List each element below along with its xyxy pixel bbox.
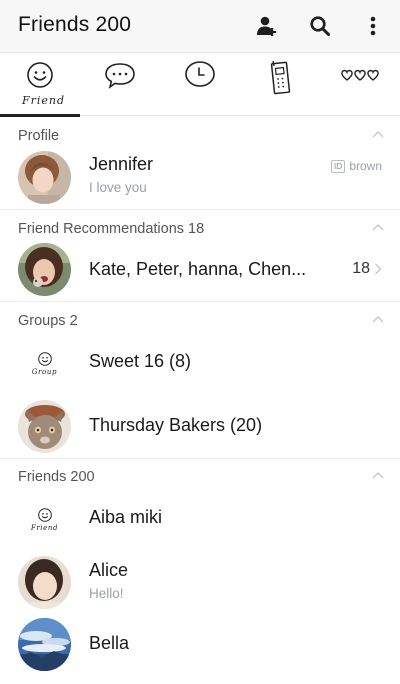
group-default-icon: Group [18, 337, 71, 390]
clock-icon [185, 61, 215, 87]
chevron-up-icon [372, 224, 384, 231]
tab-more[interactable] [320, 54, 400, 116]
section-title: Profile [18, 128, 60, 144]
user-id-value: brown [349, 159, 382, 173]
search-icon [310, 16, 330, 36]
friend-name: Aiba miki [89, 507, 163, 527]
avatar [18, 243, 71, 296]
group-row[interactable]: Thursday Bakers (20) [0, 398, 400, 456]
kebab-menu-icon [370, 16, 376, 36]
friend-row[interactable]: Alice Hello! [0, 554, 400, 612]
friend-default-icon: Friend [18, 493, 71, 546]
group-icon-label: Group [31, 368, 58, 376]
smiley-icon [37, 352, 52, 366]
friend-name: Alice [89, 560, 129, 580]
section-title: Friends 200 [18, 469, 95, 485]
chevron-up-icon [372, 316, 384, 323]
profile-status: I love you [89, 180, 147, 195]
friend-icon-label: Friend [30, 524, 59, 532]
avatar [18, 400, 71, 453]
smiley-icon [27, 62, 53, 88]
section-header-profile[interactable]: Profile [0, 117, 400, 153]
profile-name: Jennifer [89, 154, 154, 174]
app-header: Friends 200 [0, 0, 400, 53]
friend-status: Hello! [89, 586, 124, 601]
tab-timeline[interactable] [160, 54, 240, 116]
chevron-up-icon [372, 472, 384, 479]
group-name: Sweet 16 (8) [89, 351, 192, 371]
friend-row[interactable]: Bella [0, 616, 400, 674]
add-friend-button[interactable] [253, 12, 281, 40]
tab-friend[interactable]: Friend [0, 54, 80, 117]
smiley-icon [37, 508, 52, 522]
avatar [18, 556, 71, 609]
add-friend-icon [257, 16, 277, 36]
avatar [18, 151, 71, 204]
section-header-friends[interactable]: Friends 200 [0, 458, 400, 494]
recommendations-row[interactable]: Kate, Peter, hanna, Chen... 18 [0, 242, 400, 298]
page-title: Friends 200 [18, 13, 132, 36]
section-title: Friend Recommendations 18 [18, 221, 205, 237]
id-label: ID [330, 159, 346, 173]
profile-row[interactable]: Jennifer I love you ID brown [0, 150, 400, 208]
recommendation-count: 18 [352, 260, 370, 277]
user-id-badge: ID brown [330, 159, 382, 173]
friend-row[interactable]: Friend Aiba miki [0, 492, 400, 548]
tab-friend-label: Friend [22, 94, 66, 107]
chevron-up-icon [372, 131, 384, 138]
group-name: Thursday Bakers (20) [89, 415, 263, 435]
chevron-right-icon [375, 263, 382, 275]
section-header-groups[interactable]: Groups 2 [0, 302, 400, 338]
avatar [18, 618, 71, 671]
phone-icon [270, 60, 291, 95]
hearts-icon [341, 69, 379, 81]
chat-bubble-icon [105, 63, 135, 89]
group-row[interactable]: Group Sweet 16 (8) [0, 336, 400, 392]
section-title: Groups 2 [18, 313, 78, 329]
tab-calls[interactable] [240, 54, 320, 116]
search-button[interactable] [306, 12, 334, 40]
section-header-recommendations[interactable]: Friend Recommendations 18 [0, 210, 400, 246]
tab-chats[interactable] [80, 54, 160, 116]
more-options-button[interactable] [359, 12, 387, 40]
tab-bar: Friend [0, 54, 400, 117]
friend-name: Bella [89, 633, 130, 653]
recommendations-names: Kate, Peter, hanna, Chen... [89, 259, 307, 279]
